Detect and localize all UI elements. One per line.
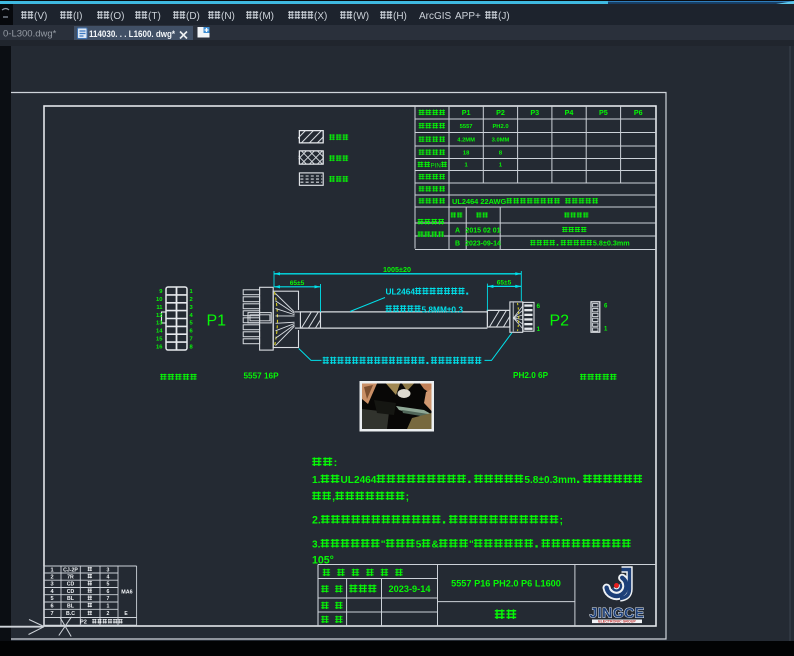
svg-text:&: & — [432, 540, 439, 551]
svg-text:(O): (O) — [110, 11, 124, 22]
svg-text:(I): (I) — [73, 11, 82, 22]
svg-text:BL: BL — [67, 596, 75, 602]
svg-text:(J): (J) — [498, 11, 510, 22]
svg-text:P6: P6 — [634, 108, 643, 117]
svg-text:1: 1 — [537, 326, 541, 333]
svg-text:B: B — [455, 241, 460, 248]
svg-text:7: 7 — [190, 336, 193, 342]
svg-text:BL: BL — [67, 603, 75, 609]
svg-text:1: 1 — [50, 567, 53, 573]
svg-text:PIN: PIN — [431, 162, 441, 169]
svg-text:P1: P1 — [207, 313, 227, 330]
svg-text:2023-09-14: 2023-09-14 — [465, 241, 501, 248]
svg-text:UL2464: UL2464 — [341, 475, 377, 486]
svg-text:;: ; — [560, 515, 564, 527]
svg-text:2: 2 — [50, 574, 53, 580]
svg-text:": " — [381, 540, 386, 551]
svg-text:P1: P1 — [462, 108, 471, 117]
svg-text:4.2MM: 4.2MM — [457, 137, 475, 143]
svg-text:2015 02 01: 2015 02 01 — [465, 227, 500, 234]
svg-text:PH2.0 6P: PH2.0 6P — [513, 371, 549, 380]
svg-text:5: 5 — [416, 540, 422, 551]
svg-text:5.8MM±0.3: 5.8MM±0.3 — [422, 304, 464, 314]
svg-text:65±5: 65±5 — [290, 280, 305, 287]
svg-text:P2: P2 — [80, 620, 87, 626]
svg-text:6: 6 — [50, 603, 53, 609]
svg-text:0-L300.dwg*: 0-L300.dwg* — [3, 29, 57, 40]
svg-text:12: 12 — [156, 313, 162, 319]
svg-text:CD: CD — [67, 582, 75, 588]
svg-text:(X): (X) — [314, 11, 327, 22]
svg-text:1: 1 — [107, 603, 110, 609]
svg-text:2: 2 — [190, 297, 193, 303]
svg-text:6: 6 — [537, 303, 541, 310]
svg-text:MA6: MA6 — [121, 590, 132, 596]
svg-text:A: A — [455, 227, 460, 234]
svg-text::: : — [334, 457, 338, 469]
svg-text:P5: P5 — [599, 108, 608, 117]
svg-text:ELECTRONIC GROUP: ELECTRONIC GROUP — [598, 620, 636, 624]
svg-text:P2: P2 — [550, 313, 570, 330]
svg-text:P4: P4 — [565, 108, 574, 117]
svg-text:(V): (V) — [34, 11, 47, 22]
svg-text:5557: 5557 — [460, 124, 473, 130]
svg-text:3.0MM: 3.0MM — [492, 137, 510, 143]
svg-text:ArcGIS: ArcGIS — [419, 11, 452, 22]
svg-text:18: 18 — [463, 150, 470, 156]
svg-text:65±5: 65±5 — [497, 279, 512, 286]
svg-text:3: 3 — [107, 567, 110, 573]
svg-text:3: 3 — [50, 582, 53, 588]
svg-text:;: ; — [406, 491, 410, 503]
svg-text:P2: P2 — [496, 108, 505, 117]
svg-text:2023-9-14: 2023-9-14 — [389, 584, 432, 594]
svg-text:2: 2 — [107, 611, 110, 617]
svg-text:6: 6 — [107, 589, 110, 595]
svg-text:,: , — [332, 491, 335, 503]
svg-text:5557 16P: 5557 16P — [244, 372, 280, 381]
svg-text:2.: 2. — [312, 515, 321, 527]
svg-text:5: 5 — [50, 596, 53, 602]
svg-text:1.: 1. — [312, 475, 321, 486]
svg-text:CJ-2P: CJ-2P — [63, 567, 78, 573]
svg-text:JINGCE: JINGCE — [589, 605, 644, 621]
svg-text:(N): (N) — [221, 11, 235, 22]
svg-text:P3: P3 — [530, 108, 539, 117]
svg-text:UL2464: UL2464 — [386, 287, 416, 297]
svg-text:UL2464 22AWG: UL2464 22AWG — [452, 197, 506, 206]
svg-text:15: 15 — [156, 336, 163, 342]
svg-text:5: 5 — [107, 582, 110, 588]
svg-text:7: 7 — [107, 596, 110, 602]
svg-text:16: 16 — [156, 344, 163, 350]
svg-text:PH2.0: PH2.0 — [492, 124, 508, 130]
svg-text:(T): (T) — [148, 11, 161, 22]
svg-text:B.C: B.C — [66, 611, 75, 617]
svg-text:(M): (M) — [259, 11, 274, 22]
svg-text:114030. . . L1600. dwg*: 114030. . . L1600. dwg* — [89, 29, 175, 40]
svg-text:(W): (W) — [353, 11, 369, 22]
svg-text:5.8±0.3mm: 5.8±0.3mm — [593, 239, 630, 248]
svg-text:5.8±0.3mm: 5.8±0.3mm — [524, 475, 576, 486]
svg-text:(H): (H) — [393, 11, 407, 22]
svg-text:7R: 7R — [67, 574, 74, 580]
svg-text:5557 P16 PH2.0 P6 L1600: 5557 P16 PH2.0 P6 L1600 — [451, 579, 561, 589]
svg-text:10: 10 — [156, 297, 162, 303]
svg-text:APP+: APP+ — [455, 11, 481, 22]
svg-text:CD: CD — [67, 589, 75, 595]
svg-text:1005±20: 1005±20 — [383, 265, 411, 274]
svg-text:13: 13 — [156, 321, 163, 327]
svg-text:": " — [469, 540, 474, 551]
svg-text:4: 4 — [107, 574, 110, 580]
svg-text:(D): (D) — [186, 11, 200, 22]
svg-text:7: 7 — [50, 611, 53, 617]
svg-text:11: 11 — [156, 305, 163, 311]
svg-text:3.: 3. — [312, 540, 321, 551]
svg-text:14: 14 — [156, 329, 163, 335]
